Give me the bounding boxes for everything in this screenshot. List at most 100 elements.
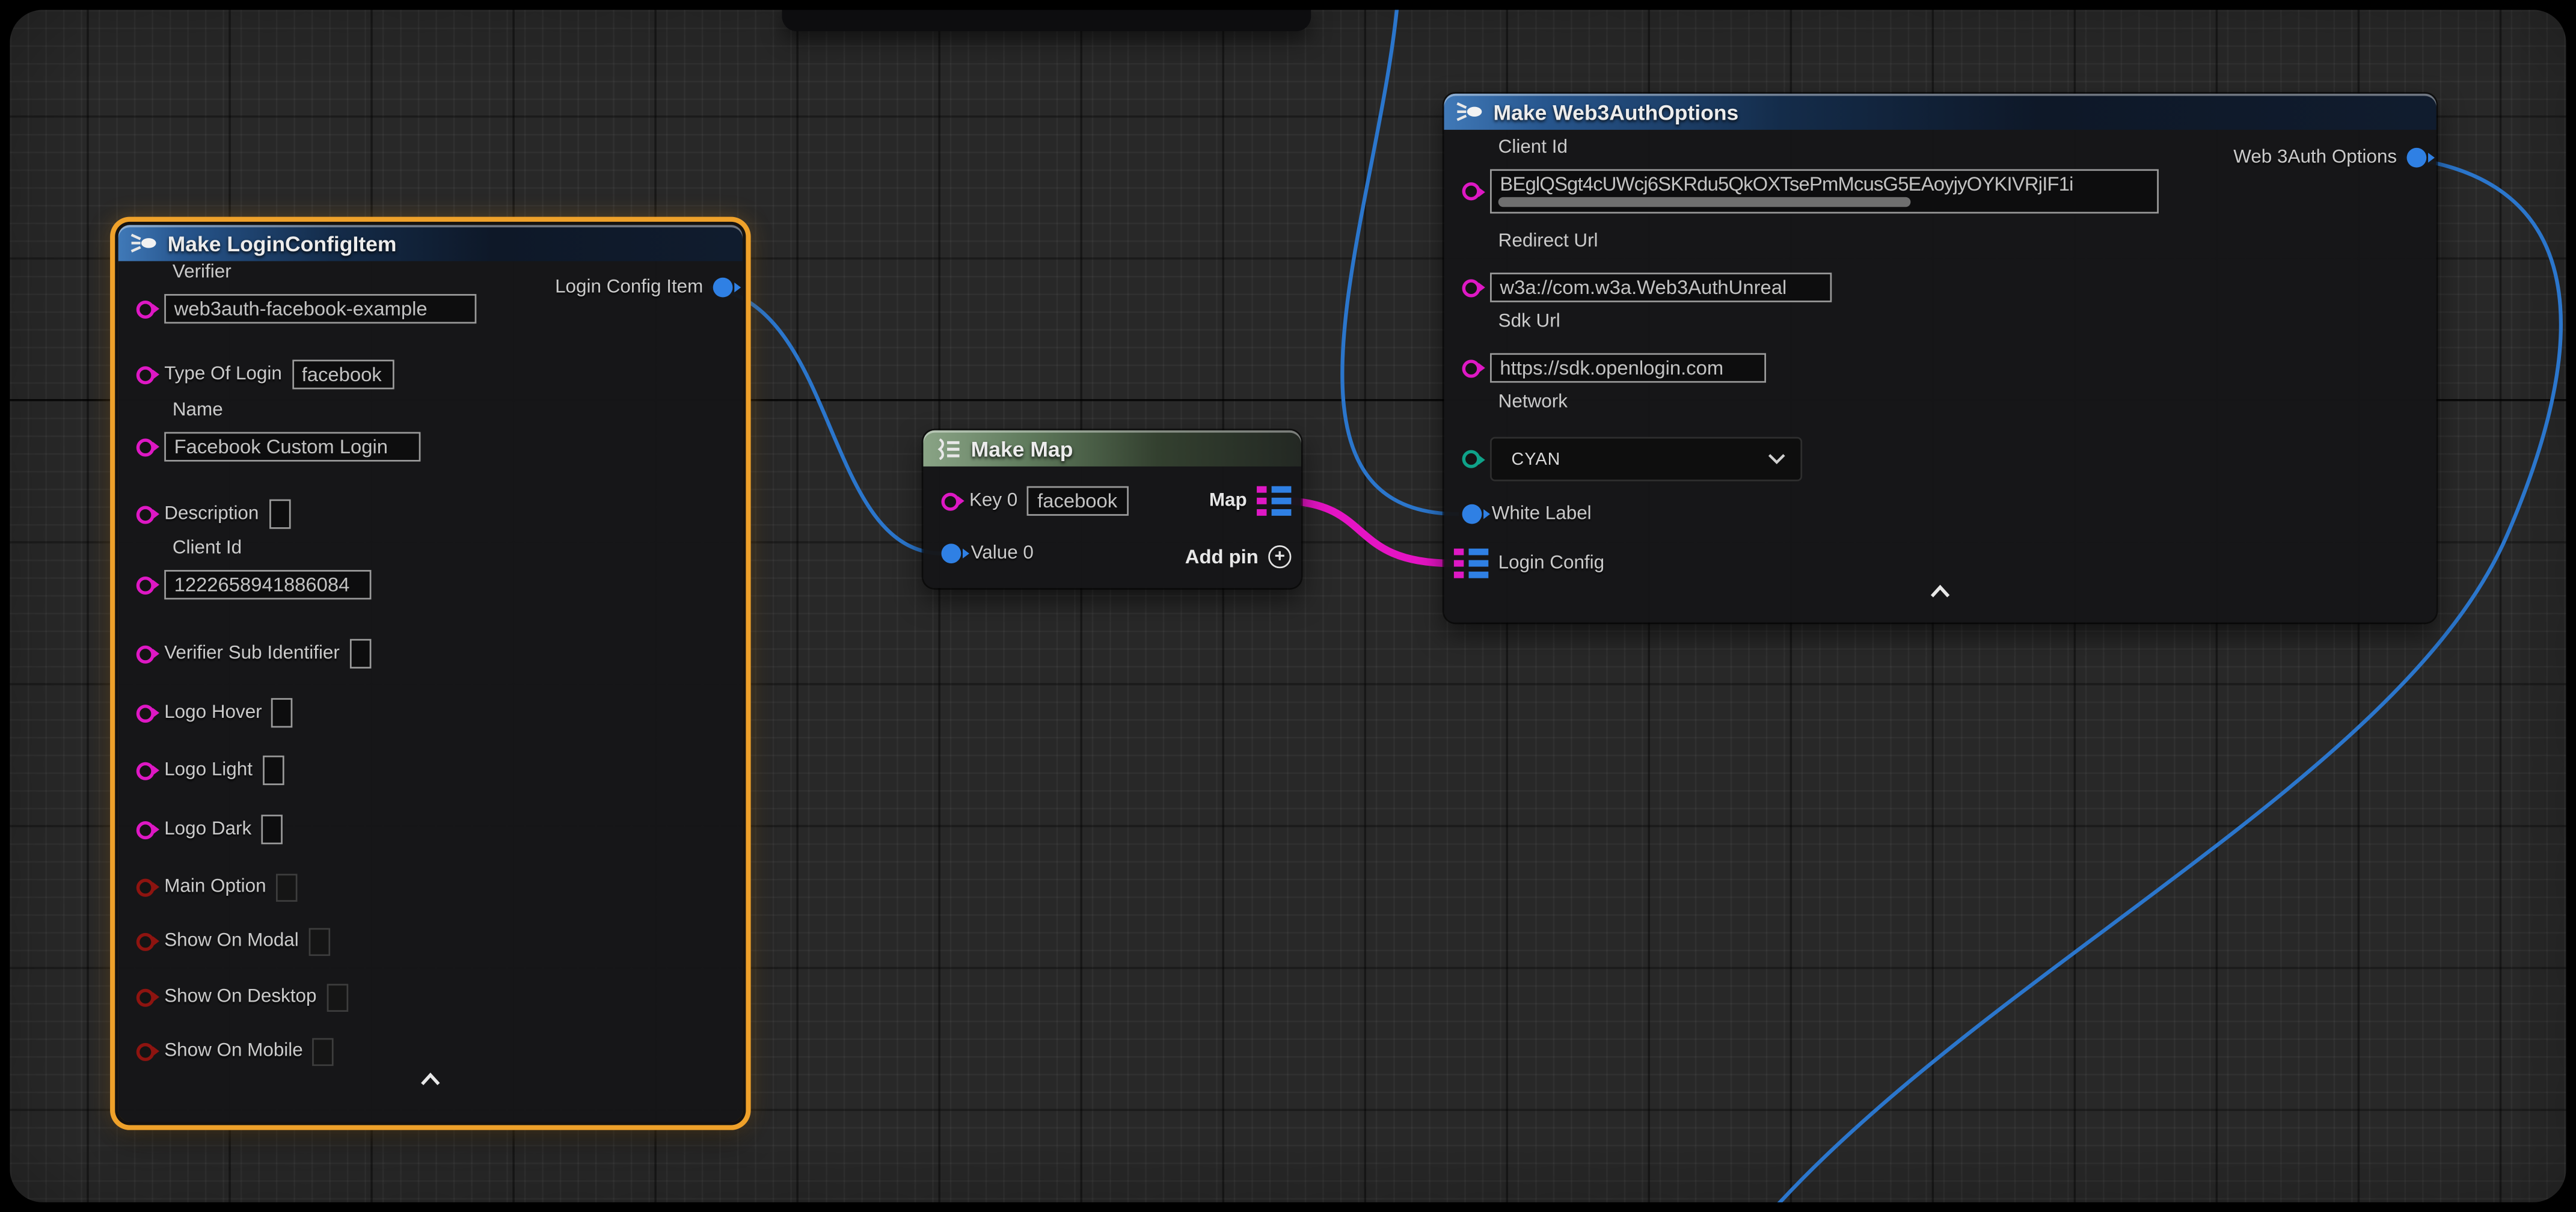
node-make-loginconfigitem[interactable]: Make LoginConfigItem Login Config Item V…	[118, 225, 743, 1122]
redirect-url-pin[interactable]	[1462, 278, 1480, 296]
wire-loginconfigitem-to-value0[interactable]	[710, 287, 943, 554]
name-input[interactable]	[164, 432, 420, 462]
make-struct-icon	[1456, 102, 1483, 121]
show-on-desktop-pin[interactable]	[136, 988, 155, 1006]
main-option-pin[interactable]	[136, 878, 155, 896]
show-on-mobile-pin[interactable]	[136, 1042, 155, 1060]
login-config-row: Login Config	[1444, 547, 1605, 580]
white-label-pin[interactable]	[1462, 504, 1482, 524]
make-struct-icon	[130, 233, 158, 253]
show-on-desktop-checkbox[interactable]	[327, 983, 348, 1011]
key0-pin[interactable]	[941, 492, 959, 510]
login-config-label: Login Config	[1498, 554, 1604, 574]
node-title: Make LoginConfigItem	[168, 231, 397, 256]
blueprint-editor: Make LoginConfigItem Login Config Item V…	[0, 0, 2576, 1212]
map-output-pin[interactable]	[1257, 486, 1291, 516]
chevron-up-icon	[1928, 585, 1951, 598]
redirect-url-label: Redirect Url	[1498, 231, 1598, 251]
horizontal-scrollbar[interactable]	[1498, 197, 1911, 207]
login-config-pin[interactable]	[1454, 548, 1488, 579]
client-id-row: BEglQSgt4cUWcj6SKRdu5QkOXTsePmMcusG5EAoy…	[1444, 169, 2159, 213]
network-label: Network	[1498, 393, 1568, 412]
verifier-sub-identifier-label: Verifier Sub Identifier	[164, 644, 340, 664]
login-config-item-output-pin[interactable]	[713, 278, 733, 298]
client-id-pin[interactable]	[1462, 182, 1480, 200]
description-row: Description	[118, 498, 290, 531]
sdk-url-row	[1444, 352, 1766, 385]
web3auth-options-output-pin[interactable]	[2407, 148, 2427, 168]
node-make-map[interactable]: Make Map Key 0 Map Value 0 Add pin +	[923, 430, 1301, 588]
redirect-url-row	[1444, 271, 1832, 304]
network-pin[interactable]	[1462, 450, 1480, 468]
name-pin[interactable]	[136, 438, 155, 456]
type-of-login-row: Type Of Login	[118, 358, 394, 391]
logo-dark-input[interactable]	[262, 815, 283, 844]
chevron-down-icon	[1768, 453, 1786, 465]
add-pin-button[interactable]: Add pin +	[1167, 540, 1301, 574]
description-input[interactable]	[269, 500, 290, 529]
value0-row: Value 0	[923, 537, 1033, 570]
show-on-mobile-label: Show On Mobile	[164, 1041, 303, 1061]
verifier-pin[interactable]	[136, 300, 155, 318]
value0-label: Value 0	[971, 543, 1034, 563]
white-label-row: White Label	[1444, 498, 1592, 531]
verifier-label: Verifier	[173, 263, 232, 283]
show-on-mobile-row: Show On Mobile	[118, 1035, 334, 1068]
show-on-desktop-label: Show On Desktop	[164, 987, 316, 1007]
client-id-label: Client Id	[1498, 138, 1568, 158]
node-header[interactable]: Make Web3AuthOptions	[1444, 94, 2436, 130]
logo-light-row: Logo Light	[118, 754, 284, 787]
show-on-mobile-checkbox[interactable]	[313, 1037, 334, 1065]
key0-input[interactable]	[1028, 486, 1129, 516]
network-dropdown[interactable]: CYAN	[1490, 437, 1802, 482]
network-selected-value: CYAN	[1512, 449, 1561, 469]
sdk-url-pin[interactable]	[1462, 359, 1480, 377]
client-id-row	[118, 568, 372, 601]
verifier-row	[118, 292, 477, 325]
verifier-sub-identifier-row: Verifier Sub Identifier	[118, 637, 371, 670]
value0-pin[interactable]	[941, 543, 961, 563]
web3auth-options-output-label: Web 3Auth Options	[2233, 148, 2397, 168]
make-map-icon	[935, 438, 961, 459]
type-of-login-input[interactable]	[292, 360, 393, 389]
show-on-modal-checkbox[interactable]	[308, 927, 330, 955]
client-id-input[interactable]	[164, 570, 371, 599]
output-row: Login Config Item	[537, 271, 743, 304]
plus-circle-icon: +	[1268, 545, 1291, 568]
sdk-url-input[interactable]	[1490, 353, 1766, 382]
client-id-input[interactable]: BEglQSgt4cUWcj6SKRdu5QkOXTsePmMcusG5EAoy…	[1490, 169, 2159, 213]
network-row: CYAN	[1444, 437, 1803, 482]
show-on-modal-pin[interactable]	[136, 932, 155, 950]
verifier-sub-identifier-input[interactable]	[349, 639, 371, 669]
logo-light-input[interactable]	[262, 756, 284, 785]
description-pin[interactable]	[136, 505, 155, 523]
output-pin-label: Login Config Item	[555, 278, 703, 298]
node-make-web3authoptions[interactable]: Make Web3AuthOptions Web 3Auth Options C…	[1444, 94, 2436, 623]
wire-top-to-whitelabel[interactable]	[1342, 10, 1459, 514]
logo-hover-input[interactable]	[272, 698, 293, 727]
node-header[interactable]: Make Map	[923, 430, 1301, 467]
add-pin-label: Add pin	[1185, 545, 1259, 568]
redirect-url-input[interactable]	[1490, 273, 1832, 302]
node-title: Make Map	[971, 436, 1073, 461]
main-option-label: Main Option	[164, 877, 266, 897]
logo-hover-pin[interactable]	[136, 704, 155, 722]
output-row: Web 3Auth Options	[2215, 141, 2436, 174]
node-title: Make Web3AuthOptions	[1493, 99, 1738, 124]
verifier-sub-identifier-pin[interactable]	[136, 644, 155, 663]
logo-dark-pin[interactable]	[136, 821, 155, 839]
graph-panel[interactable]: Make LoginConfigItem Login Config Item V…	[10, 10, 2566, 1202]
type-of-login-pin[interactable]	[136, 366, 155, 384]
client-id-pin[interactable]	[136, 576, 155, 594]
node-header[interactable]: Make LoginConfigItem	[118, 225, 743, 261]
show-on-modal-label: Show On Modal	[164, 931, 299, 951]
client-id-label: Client Id	[173, 539, 242, 559]
collapse-node-button[interactable]	[118, 1073, 743, 1086]
key0-label: Key 0	[969, 491, 1017, 511]
logo-light-pin[interactable]	[136, 761, 155, 779]
logo-dark-label: Logo Dark	[164, 819, 251, 839]
main-option-checkbox[interactable]	[276, 873, 298, 901]
collapse-node-button[interactable]	[1444, 585, 2436, 598]
logo-hover-row: Logo Hover	[118, 696, 293, 729]
verifier-input[interactable]	[164, 294, 476, 323]
